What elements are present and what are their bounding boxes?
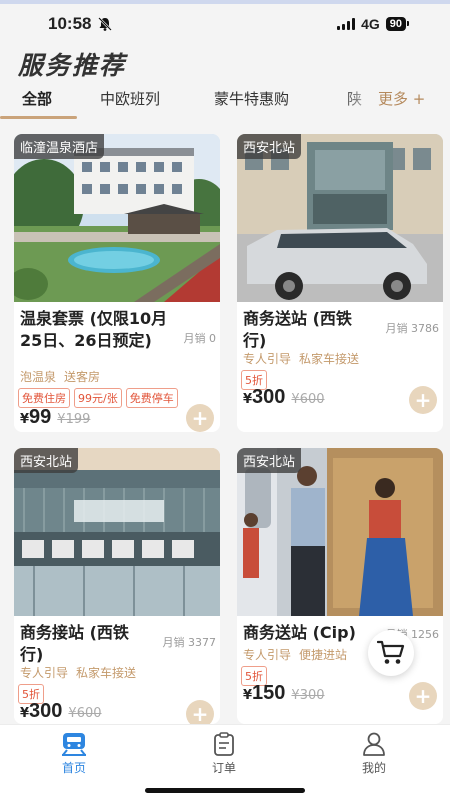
product-title: 商务接站 (西铁行) (20, 623, 129, 664)
product-card-cip-dropoff[interactable]: 西安北站 商务送站 (Cip) 月销 1256 专人引导 便捷进站 5折 ¥ 15… (237, 448, 443, 724)
feature-tags: 泡温泉 送客房 (20, 368, 108, 385)
tab-china-europe-train[interactable]: 中欧班列 (100, 88, 160, 109)
product-title: 商务送站 (西铁行) (243, 309, 352, 350)
currency-symbol: ¥ (20, 412, 30, 427)
nav-label: 首页 (61, 761, 86, 775)
feature-tag: 送客房 (64, 370, 101, 384)
tab-all[interactable]: 全部 (22, 88, 52, 109)
feature-tags: 专人引导 便捷进站 (243, 646, 355, 663)
battery-icon: 90 (385, 17, 410, 31)
location-tag: 西安北站 (237, 448, 302, 473)
hot-spring-hotel-image: 临潼温泉酒店 (14, 134, 220, 302)
monthly-sales: 月销 3377 (162, 636, 217, 649)
add-to-cart-button[interactable]: + (186, 700, 214, 724)
promo-chips: 免费住房 99元/张 免费停车 (18, 388, 178, 408)
nav-label: 订单 (211, 761, 236, 775)
product-card-business-pickup[interactable]: 西安北站 商务接站 (西铁行) 月销 3377 专人引导 私家车接送 5折 ¥ 3… (14, 448, 220, 724)
add-to-cart-button[interactable]: + (409, 386, 437, 414)
feature-tags: 专人引导 私家车接送 (20, 664, 144, 681)
feature-tag: 专人引导 (20, 666, 69, 680)
price-row: ¥ 300 ¥600 (243, 386, 325, 409)
promo-chip: 免费住房 (18, 388, 70, 408)
attendants-train-image: 西安北站 (237, 448, 443, 616)
tab-mengniu-deals[interactable]: 蒙牛特惠购 (214, 88, 289, 109)
order-clipboard-icon (214, 732, 234, 756)
status-time: 10:58 (48, 14, 92, 33)
location-tag: 临潼温泉酒店 (14, 134, 105, 159)
price: 300 (252, 386, 286, 408)
feature-tag: 私家车接送 (299, 352, 360, 366)
location-tag: 西安北站 (237, 134, 302, 159)
feature-tag: 便捷进站 (299, 648, 348, 662)
nav-label: 我的 (361, 761, 386, 775)
nav-orders[interactable]: 订单 (184, 731, 264, 776)
currency-symbol: ¥ (243, 688, 253, 703)
active-tab-indicator (0, 116, 77, 119)
add-to-cart-button[interactable]: + (186, 404, 214, 432)
status-bar: 10:58 4G 90 (0, 4, 450, 44)
more-tabs-button[interactable]: 更多 + (378, 88, 425, 109)
network-type: 4G (361, 16, 380, 32)
original-price: ¥600 (68, 706, 102, 721)
feature-tag: 专人引导 (243, 648, 292, 662)
add-to-cart-button[interactable]: + (409, 682, 437, 710)
product-card-hot-spring[interactable]: 临潼温泉酒店 温泉套票 (仅限10月25日、26日预定) 月销 0 泡温泉 送客房… (14, 134, 220, 432)
price-row: ¥ 300 ¥600 (20, 700, 102, 723)
product-title: 商务送站 (Cip) (243, 623, 356, 642)
cart-button[interactable] (368, 630, 414, 676)
nav-profile[interactable]: 我的 (334, 731, 414, 776)
product-card-business-dropoff[interactable]: 西安北站 商务送站 (西铁行) 月销 3786 专人引导 私家车接送 5折 ¥ 3… (237, 134, 443, 432)
page-title: 服务推荐 (18, 51, 127, 80)
feature-tag: 私家车接送 (76, 666, 137, 680)
shopping-cart-icon (377, 640, 405, 664)
monthly-sales: 月销 3786 (385, 322, 440, 335)
original-price: ¥199 (57, 412, 91, 427)
location-tag: 西安北站 (14, 448, 79, 473)
original-price: ¥600 (291, 392, 325, 407)
price-row: ¥ 99 ¥199 (20, 406, 90, 429)
feature-tags: 专人引导 私家车接送 (243, 350, 367, 367)
nav-home[interactable]: 首页 (34, 731, 114, 776)
currency-symbol: ¥ (20, 706, 30, 721)
train-home-icon (62, 733, 86, 756)
feature-tag: 专人引导 (243, 352, 292, 366)
profile-icon (363, 732, 385, 756)
price: 300 (29, 700, 63, 722)
price-row: ¥ 150 ¥300 (243, 682, 325, 705)
original-price: ¥300 (291, 688, 325, 703)
monthly-sales: 月销 0 (183, 332, 217, 345)
price: 99 (29, 406, 52, 428)
home-indicator (145, 788, 305, 793)
promo-chip: 免费停车 (125, 388, 178, 408)
signal-icon (337, 18, 356, 30)
bell-mute-icon (98, 17, 113, 31)
promo-chip: 99元/张 (74, 388, 122, 408)
station-car-image: 西安北站 (237, 134, 443, 302)
feature-tag: 泡温泉 (20, 370, 57, 384)
category-tabs: 全部 中欧班列 蒙牛特惠购 陕 更多 + (0, 82, 450, 120)
product-title: 温泉套票 (仅限10月25日、26日预定) (20, 309, 168, 350)
price: 150 (252, 682, 286, 704)
currency-symbol: ¥ (243, 392, 253, 407)
vip-lounge-building-image: 西安北站 (14, 448, 220, 616)
